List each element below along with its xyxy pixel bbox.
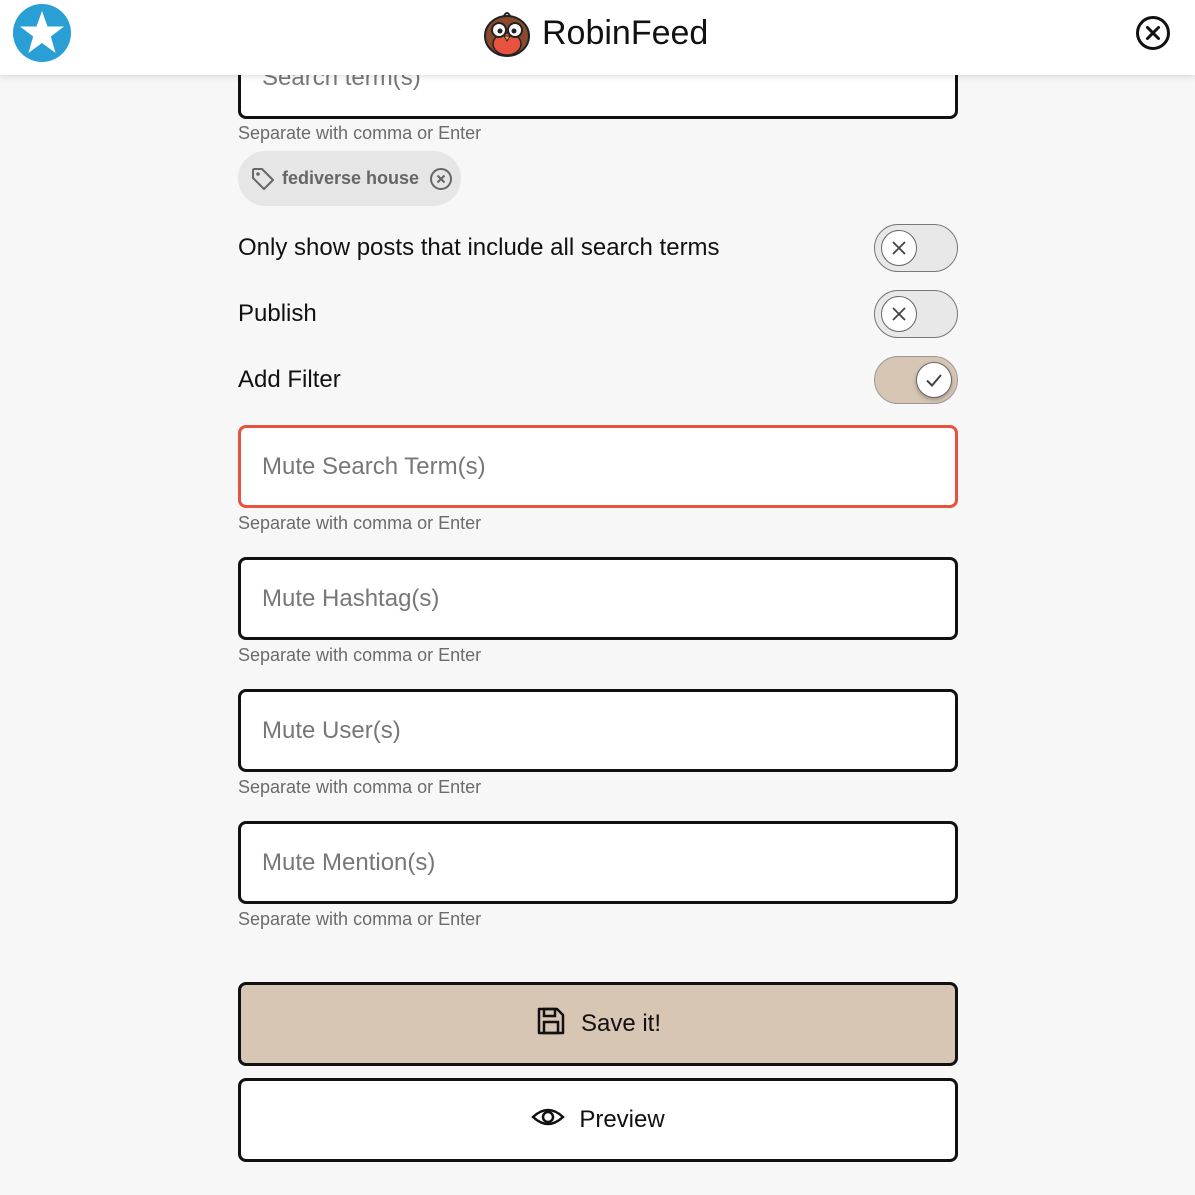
robin-logo-icon [480,6,534,60]
preview-button[interactable]: Preview [238,1078,958,1162]
mute-terms-placeholder: Mute Search Term(s) [262,452,486,480]
toggle-row-add-filter: Add Filter [238,355,958,405]
all-terms-toggle[interactable] [874,224,958,272]
app-title: RobinFeed [542,13,709,52]
floppy-disk-icon [535,1005,567,1044]
tag-icon [250,166,276,192]
mute-hashtags-hint: Separate with comma or Enter [238,645,482,665]
close-icon[interactable] [1135,15,1171,51]
mute-users-hint: Separate with comma or Enter [238,777,482,797]
remove-chip-icon[interactable] [429,167,453,191]
mute-hashtags-input[interactable]: Mute Hashtag(s) [238,557,958,640]
save-label: Save it! [580,1010,662,1037]
check-icon [916,362,952,398]
mute-terms-hint: Separate with comma or Enter [238,513,482,533]
add-filter-label: Add Filter [238,366,341,393]
toggle-row-all-terms: Only show posts that include all search … [238,223,958,273]
mute-mentions-input[interactable]: Mute Mention(s) [238,821,958,904]
preview-label: Preview [579,1106,665,1133]
publish-label: Publish [238,300,317,327]
mute-mentions-hint: Separate with comma or Enter [238,909,482,929]
mute-mentions-placeholder: Mute Mention(s) [262,848,436,876]
eye-icon [531,1100,566,1141]
mute-users-input[interactable]: Mute User(s) [238,689,958,772]
add-filter-toggle[interactable] [874,356,958,404]
toggle-row-publish: Publish [238,289,958,339]
search-chip: fediverse house [238,151,461,206]
search-hint: Separate with comma or Enter [238,123,482,143]
x-icon [881,296,917,332]
app-header: RobinFeed [0,0,1195,75]
save-button[interactable]: Save it! [238,982,958,1066]
brand: RobinFeed [480,6,708,60]
mute-users-placeholder: Mute User(s) [262,716,401,744]
chip-label: fediverse house [282,168,420,188]
publish-toggle[interactable] [874,290,958,338]
star-icon[interactable] [12,3,72,63]
all-terms-label: Only show posts that include all search … [238,234,720,261]
mute-hashtags-placeholder: Mute Hashtag(s) [262,584,440,612]
x-icon [881,230,917,266]
mute-search-terms-input[interactable]: Mute Search Term(s) [238,425,958,508]
feed-form: Search term(s) Separate with comma or En… [238,0,958,1195]
